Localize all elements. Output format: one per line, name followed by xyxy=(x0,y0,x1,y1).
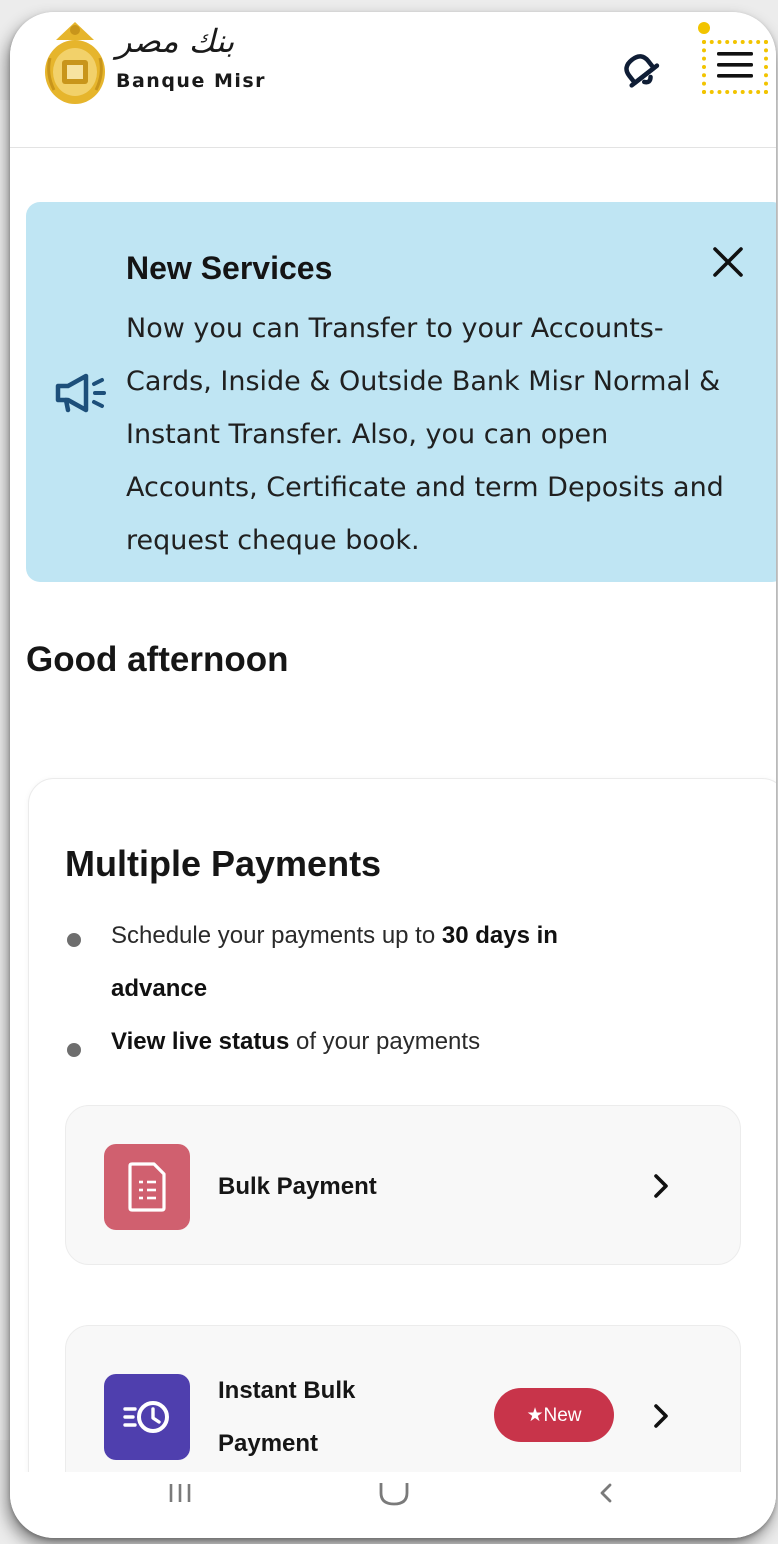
notifications-button[interactable] xyxy=(614,46,666,98)
highlight-dot xyxy=(698,22,710,34)
new-services-banner: New Services Now you can Transfer to you… xyxy=(26,202,776,582)
bulk-payment-label: Bulk Payment xyxy=(218,1173,377,1200)
new-badge: ★New xyxy=(494,1388,614,1442)
bell-icon xyxy=(617,47,663,98)
chevron-right-icon xyxy=(646,1396,676,1436)
payments-title: Multiple Payments xyxy=(65,843,382,884)
recent-apps-button[interactable] xyxy=(150,1476,210,1516)
logo-arabic-text: بنك مصر xyxy=(116,22,235,60)
banner-close-button[interactable] xyxy=(706,242,750,286)
banner-text: Now you can Transfer to your Accounts-Ca… xyxy=(126,313,724,556)
back-icon xyxy=(595,1481,617,1512)
bullet-dot xyxy=(67,1043,81,1057)
logo-latin-text: Banque Misr xyxy=(116,70,267,92)
megaphone-icon xyxy=(52,370,112,416)
close-icon xyxy=(711,245,745,284)
fast-clock-icon xyxy=(104,1374,190,1460)
greeting-heading: Good afternoon xyxy=(26,640,289,679)
system-navigation-bar xyxy=(10,1472,776,1538)
home-icon xyxy=(376,1481,412,1512)
banner-title: New Services xyxy=(126,250,333,286)
instant-bulk-payment-label: Instant Bulk Payment xyxy=(218,1377,356,1457)
bulk-payment-option[interactable]: Bulk Payment xyxy=(65,1105,741,1265)
bullet-dot xyxy=(67,933,81,947)
bullet-text-status: View live status of your payments xyxy=(111,1015,631,1068)
phone-screen: بنك مصر Banque Misr New Services Now you… xyxy=(10,12,776,1538)
chevron-right-icon xyxy=(646,1166,676,1206)
bullet-text-part: Schedule your payments up to xyxy=(111,922,442,949)
recent-apps-icon xyxy=(165,1482,195,1511)
multiple-payments-card: Multiple Payments Schedule your payments… xyxy=(28,778,776,1538)
document-icon xyxy=(104,1144,190,1230)
hamburger-menu-icon xyxy=(715,50,755,85)
bank-emblem-icon xyxy=(42,18,108,106)
bullet-text-bold: View live status xyxy=(111,1028,290,1055)
bullet-text-part: of your payments xyxy=(289,1028,481,1055)
app-header: بنك مصر Banque Misr xyxy=(10,12,776,148)
back-button[interactable] xyxy=(576,1476,636,1516)
menu-button[interactable] xyxy=(702,40,768,94)
home-button[interactable] xyxy=(364,1476,424,1516)
bullet-text-schedule: Schedule your payments up to 30 days in … xyxy=(111,909,631,1015)
